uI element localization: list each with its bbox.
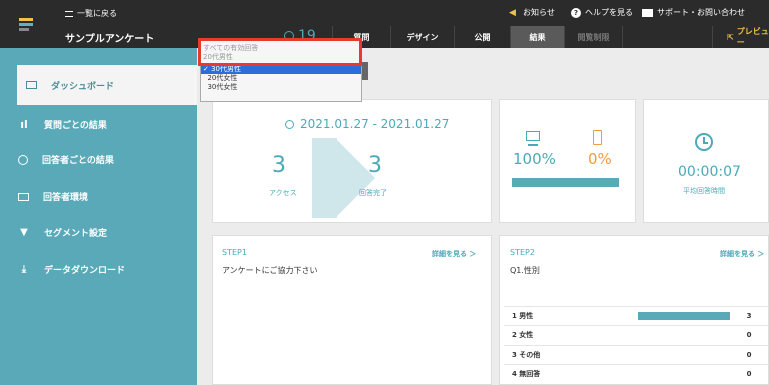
help-label: ヘルプを見る xyxy=(585,8,633,17)
tab-design[interactable]: デザイン xyxy=(390,26,454,48)
survey-title: サンプルアンケート xyxy=(65,34,155,45)
support-label: サポート・お問い合わせ xyxy=(657,8,745,17)
sidebar-item-label: 質問ごとの結果 xyxy=(44,121,107,131)
result-label: 3 その他 xyxy=(512,351,541,359)
filter-icon: ▼ xyxy=(20,227,28,238)
help-link[interactable]: ? ヘルプを見る xyxy=(571,7,633,18)
step1-question: アンケートにご協力下さい xyxy=(222,266,318,275)
result-value: 3 xyxy=(746,312,752,320)
back-to-list-link[interactable]: 一覧に戻る xyxy=(65,8,117,19)
dashboard-icon xyxy=(26,81,37,89)
avg-time-label: 平均回答時間 xyxy=(683,187,725,195)
dropdown-option[interactable]: 30代女性 xyxy=(201,83,361,92)
sidebar-item-label: ダッシュボード xyxy=(51,81,115,92)
bar-chart-icon: ıl xyxy=(20,118,28,131)
result-value: 0 xyxy=(746,351,752,359)
smartphone-icon xyxy=(593,130,602,145)
tab-label: デザイン xyxy=(406,32,439,42)
avg-time-value: 00:00:07 xyxy=(678,164,741,180)
result-label: 1 男性 xyxy=(512,312,534,320)
tab-results[interactable]: 結果 xyxy=(510,26,564,48)
dropdown-option[interactable]: 20代女性 xyxy=(201,74,361,83)
monitor-stand xyxy=(528,144,538,146)
sidebar-item-per-question[interactable]: ıl 質問ごとの結果 xyxy=(18,118,107,131)
access-label: アクセス xyxy=(269,189,297,197)
mobile-percentage: 0% xyxy=(588,150,612,168)
tab-label: 公開 xyxy=(474,32,491,42)
sidebar-item-segment[interactable]: ▼ セグメント設定 xyxy=(18,226,107,239)
result-bar-track xyxy=(634,312,734,320)
notice-link[interactable]: ◀ お知らせ xyxy=(509,7,555,18)
play-icon xyxy=(285,119,294,129)
step1-title: STEP1 xyxy=(222,248,247,257)
result-bar-track xyxy=(634,331,734,339)
avg-time-card xyxy=(643,99,769,223)
clock-icon xyxy=(695,133,713,151)
complete-count: 3 xyxy=(368,153,382,178)
chat-icon xyxy=(642,8,653,17)
monitor-icon xyxy=(526,131,540,141)
dropdown-option-label: 30代女性 xyxy=(207,83,238,91)
back-label: 一覧に戻る xyxy=(77,9,117,18)
result-label: 4 無回答 xyxy=(512,370,541,378)
funnel-arrow xyxy=(312,138,337,218)
tab-spacer xyxy=(622,26,712,48)
dropdown-option-label: 20代女性 xyxy=(207,74,238,82)
sidebar-item-download[interactable]: ⤓ データダウンロード xyxy=(18,263,125,276)
app-logo[interactable] xyxy=(0,0,50,48)
sidebar-item-label: 回答者ごとの結果 xyxy=(42,156,114,166)
result-value: 0 xyxy=(746,370,752,378)
result-value: 0 xyxy=(746,331,752,339)
result-row: 1 男性 3 xyxy=(504,306,769,325)
step1-detail-link[interactable]: 詳細を見る ＞ xyxy=(432,249,476,259)
megaphone-icon: ◀ xyxy=(509,7,516,18)
external-link-icon: ⇱ xyxy=(727,32,734,42)
complete-label: 回答完了 xyxy=(359,189,387,197)
period-text: 2021.01.27 - 2021.01.27 xyxy=(300,117,450,131)
result-bar-track xyxy=(634,370,734,378)
period-display: 2021.01.27 - 2021.01.27 xyxy=(285,117,449,131)
support-link[interactable]: サポート・お問い合わせ xyxy=(642,7,745,18)
result-row: 3 その他 0 xyxy=(504,345,769,364)
funnel-arrow-head xyxy=(335,138,375,218)
monitor-icon xyxy=(18,192,29,201)
step2-title: STEP2 xyxy=(510,248,535,257)
list-icon xyxy=(65,10,73,17)
user-circle-icon xyxy=(18,154,28,165)
sidebar-item-dashboard[interactable]: ダッシュボード xyxy=(17,65,197,105)
tab-label: 閲覧制限 xyxy=(577,32,610,42)
device-ratio-bar xyxy=(512,178,619,187)
tab-publish[interactable]: 公開 xyxy=(454,26,510,48)
result-row: 2 女性 0 xyxy=(504,325,769,344)
result-row: 4 無回答 0 xyxy=(504,364,769,383)
result-label: 2 女性 xyxy=(512,331,534,339)
question-icon: ? xyxy=(571,7,581,18)
notice-label: お知らせ xyxy=(523,8,555,17)
dropdown-option-label: 30代男性 xyxy=(211,65,242,73)
sidebar-item-label: データダウンロード xyxy=(44,266,126,276)
preview-button[interactable]: ⇱ プレビュー xyxy=(712,26,769,48)
download-icon: ⤓ xyxy=(21,264,27,275)
top-bar: 一覧に戻る サンプルアンケート ◀ お知らせ ? ヘルプを見る サポート・お問い… xyxy=(0,0,769,48)
tab-label: 結果 xyxy=(529,32,546,42)
step2-detail-link[interactable]: 詳細を見る ＞ xyxy=(720,249,764,259)
dropdown-option-selected[interactable]: ✓ 30代男性 xyxy=(201,65,361,74)
result-bar-track xyxy=(634,351,734,359)
sidebar-item-label: セグメント設定 xyxy=(44,229,108,239)
sidebar-item-environment[interactable]: 回答者環境 xyxy=(18,190,88,203)
sidebar-item-label: 回答者環境 xyxy=(43,193,89,203)
pc-percentage: 100% xyxy=(513,150,556,168)
highlight-box xyxy=(198,38,362,66)
step2-question: Q1.性別 xyxy=(510,266,540,275)
sidebar-item-per-respondent[interactable]: 回答者ごとの結果 xyxy=(18,153,114,166)
result-bar xyxy=(638,312,730,320)
preview-label: プレビュー xyxy=(736,27,769,47)
tab-access-restriction[interactable]: 閲覧制限 xyxy=(564,26,622,48)
access-count: 3 xyxy=(272,153,286,178)
